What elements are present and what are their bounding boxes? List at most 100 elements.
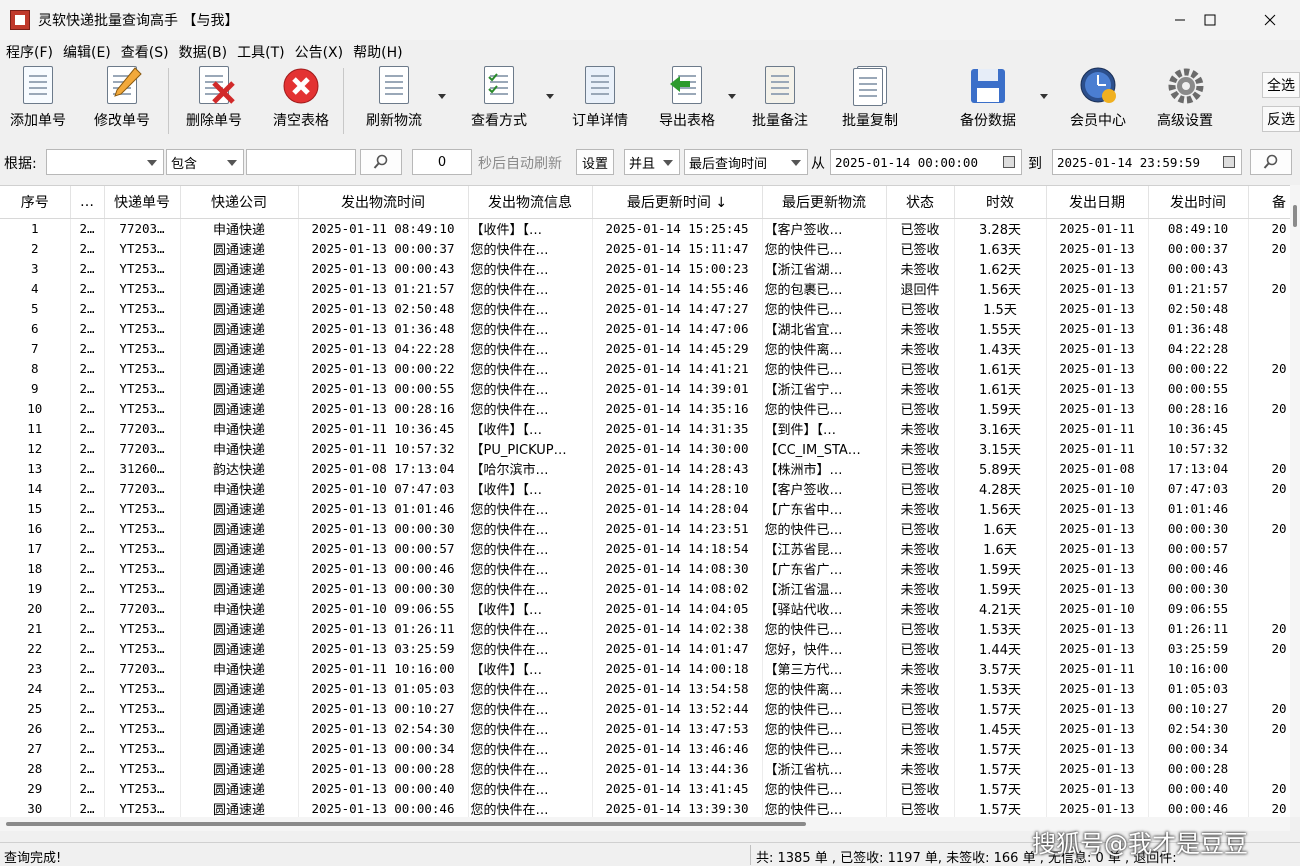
- menu-edit[interactable]: 编辑(E): [57, 42, 115, 62]
- from-datetime-input[interactable]: 2025-01-14 00:00:00: [830, 149, 1022, 175]
- calendar-icon[interactable]: [1003, 156, 1015, 168]
- table-row[interactable]: 14 2… 77203… 申通快递 2025-01-10 07:47:03 【收件】【… 2…: [0, 478, 1290, 498]
- column-header[interactable]: 快递公司: [180, 186, 299, 219]
- table-row[interactable]: 1 2… 77203… 申通快递 2025-01-11 08:49:10 【收件】【… 20…: [0, 218, 1290, 238]
- table-cell: 5: [0, 298, 71, 318]
- member-center-button-label: 会员中心: [1070, 113, 1126, 129]
- table-row[interactable]: 24 2… YT253… 圆通速递 2025-01-13 01:05:03 您的快件在… 2…: [0, 678, 1290, 698]
- clear-button[interactable]: 清空表格: [259, 64, 343, 136]
- table-cell: 【客户签收…: [762, 218, 887, 238]
- table-row[interactable]: 5 2… YT253… 圆通速递 2025-01-13 02:50:48 您的快件在… 20…: [0, 298, 1290, 318]
- advanced-settings-button[interactable]: 高级设置: [1140, 64, 1230, 136]
- table-row[interactable]: 27 2… YT253… 圆通速递 2025-01-13 00:00:34 您的快件在… 2…: [0, 738, 1290, 758]
- basis-select[interactable]: [46, 149, 164, 175]
- table-row[interactable]: 8 2… YT253… 圆通速递 2025-01-13 00:00:22 您的快件在… 20…: [0, 358, 1290, 378]
- table-row[interactable]: 29 2… YT253… 圆通速递 2025-01-13 00:00:40 您的快件在… 2…: [0, 778, 1290, 798]
- batch-copy-button[interactable]: 批量复制: [832, 64, 908, 136]
- delete-button[interactable]: 删除单号: [169, 64, 259, 136]
- table-cell: 【收件】【…: [468, 658, 593, 678]
- column-header[interactable]: 快递单号: [104, 186, 181, 219]
- member-center-button[interactable]: 会员中心: [1056, 64, 1140, 136]
- table-cell: 2025-01-11 08:49:10: [298, 218, 469, 238]
- logic-select[interactable]: 并且: [624, 149, 680, 175]
- table-row[interactable]: 9 2… YT253… 圆通速递 2025-01-13 00:00:55 您的快件在… 20…: [0, 378, 1290, 398]
- edit-button[interactable]: 修改单号: [76, 64, 168, 136]
- close-button[interactable]: [1240, 0, 1300, 40]
- order-detail-button[interactable]: 订单详情: [554, 64, 646, 136]
- invert-selection-button[interactable]: 反选: [1262, 106, 1300, 132]
- menu-view[interactable]: 查看(S): [115, 42, 173, 62]
- table-row[interactable]: 23 2… 77203… 申通快递 2025-01-11 10:16:00 【收件】【… 2…: [0, 658, 1290, 678]
- table-row[interactable]: 28 2… YT253… 圆通速递 2025-01-13 00:00:28 您的快件在… 2…: [0, 758, 1290, 778]
- match-select[interactable]: 包含: [166, 149, 244, 175]
- column-header[interactable]: 时效: [954, 186, 1047, 219]
- table-cell: 2025-01-14 13:52:44: [592, 698, 763, 718]
- table-row[interactable]: 25 2… YT253… 圆通速递 2025-01-13 00:10:27 您的快件在… 2…: [0, 698, 1290, 718]
- export-button[interactable]: 导出表格: [646, 64, 736, 136]
- column-header[interactable]: 最后更新时间 ↓: [592, 186, 763, 219]
- settings-button[interactable]: 设置: [576, 149, 614, 175]
- chevron-down-icon[interactable]: [546, 94, 554, 99]
- select-all-button[interactable]: 全选: [1262, 72, 1300, 98]
- column-header[interactable]: 发出日期: [1046, 186, 1149, 219]
- table-cell: 1.56天: [954, 278, 1047, 298]
- table-row[interactable]: 6 2… YT253… 圆通速递 2025-01-13 01:36:48 您的快件在… 20…: [0, 318, 1290, 338]
- column-header[interactable]: 备: [1248, 186, 1290, 219]
- refresh-button[interactable]: 刷新物流: [344, 64, 446, 136]
- column-header[interactable]: 发出物流信息: [468, 186, 593, 219]
- table-row[interactable]: 21 2… YT253… 圆通速递 2025-01-13 01:26:11 您的快件在… 2…: [0, 618, 1290, 638]
- column-header[interactable]: 状态: [886, 186, 955, 219]
- table-row[interactable]: 16 2… YT253… 圆通速递 2025-01-13 00:00:30 您的快件在… 2…: [0, 518, 1290, 538]
- view-mode-button[interactable]: 查看方式: [444, 64, 554, 136]
- column-header[interactable]: 发出物流时间: [298, 186, 469, 219]
- table-row[interactable]: 22 2… YT253… 圆通速递 2025-01-13 03:25:59 您的快件在… 2…: [0, 638, 1290, 658]
- table-row[interactable]: 2 2… YT253… 圆通速递 2025-01-13 00:00:37 您的快件在… 20…: [0, 238, 1290, 258]
- column-header[interactable]: …: [70, 186, 105, 219]
- menu-help[interactable]: 帮助(H): [347, 42, 406, 62]
- table-cell: 【浙江省宁…: [762, 378, 887, 398]
- backup-button[interactable]: 备份数据: [938, 64, 1048, 136]
- table-row[interactable]: 19 2… YT253… 圆通速递 2025-01-13 00:00:30 您的快件在… 2…: [0, 578, 1290, 598]
- data-grid[interactable]: 序号… 快递单号 快递公司 发出物流时间 发出物流信息 最后更新时间 ↓ 最后更新物流 状态时…: [0, 185, 1290, 817]
- table-row[interactable]: 7 2… YT253… 圆通速递 2025-01-13 04:22:28 您的快件在… 20…: [0, 338, 1290, 358]
- maximize-button[interactable]: [1180, 0, 1240, 40]
- table-row[interactable]: 17 2… YT253… 圆通速递 2025-01-13 00:00:57 您的快件在… 2…: [0, 538, 1290, 558]
- table-row[interactable]: 10 2… YT253… 圆通速递 2025-01-13 00:28:16 您的快件在… 2…: [0, 398, 1290, 418]
- batch-remark-button[interactable]: 批量备注: [728, 64, 832, 136]
- clear-button-label: 清空表格: [273, 113, 329, 129]
- search-button[interactable]: [360, 149, 402, 175]
- table-cell: 2…: [70, 378, 105, 398]
- keyword-input[interactable]: [246, 149, 356, 175]
- table-cell: 2025-01-11 10:16:00: [298, 658, 469, 678]
- menu-data[interactable]: 数据(B): [173, 42, 232, 62]
- table-cell: 2025-01-13: [1046, 338, 1149, 358]
- table-row[interactable]: 11 2… 77203… 申通快递 2025-01-11 10:36:45 【收件】【… 2…: [0, 418, 1290, 438]
- table-row[interactable]: 20 2… 77203… 申通快递 2025-01-10 09:06:55 【收件】【… 2…: [0, 598, 1290, 618]
- table-row[interactable]: 30 2… YT253… 圆通速递 2025-01-13 00:00:46 您的快件在… 2…: [0, 798, 1290, 817]
- table-row[interactable]: 18 2… YT253… 圆通速递 2025-01-13 00:00:46 您的快件在… 2…: [0, 558, 1290, 578]
- add-button[interactable]: 添加单号: [0, 64, 76, 136]
- table-row[interactable]: 4 2… YT253… 圆通速递 2025-01-13 01:21:57 您的快件在… 20…: [0, 278, 1290, 298]
- to-datetime-input[interactable]: 2025-01-14 23:59:59: [1052, 149, 1242, 175]
- table-cell: 2…: [70, 758, 105, 778]
- date-search-button[interactable]: [1250, 149, 1292, 175]
- scrollbar-thumb[interactable]: [1293, 205, 1297, 227]
- table-row[interactable]: 15 2… YT253… 圆通速递 2025-01-13 01:01:46 您的快件在… 2…: [0, 498, 1290, 518]
- column-header[interactable]: 序号: [0, 186, 71, 219]
- time-field-select[interactable]: 最后查询时间: [684, 149, 808, 175]
- column-header[interactable]: 最后更新物流: [762, 186, 887, 219]
- table-row[interactable]: 26 2… YT253… 圆通速递 2025-01-13 02:54:30 您的快件在… 2…: [0, 718, 1290, 738]
- table-row[interactable]: 3 2… YT253… 圆通速递 2025-01-13 00:00:43 您的快件在… 20…: [0, 258, 1290, 278]
- refresh-seconds-input[interactable]: 0: [412, 149, 472, 175]
- calendar-icon[interactable]: [1223, 156, 1235, 168]
- table-cell: [1248, 498, 1290, 518]
- table-row[interactable]: 13 2… 31260… 韵达快递 2025-01-08 17:13:04 【哈尔滨市… 2…: [0, 458, 1290, 478]
- menu-notice[interactable]: 公告(X): [289, 42, 348, 62]
- table-row[interactable]: 12 2… 77203… 申通快递 2025-01-11 10:57:32 【PU_PIC…: [0, 438, 1290, 458]
- column-header[interactable]: 发出时间: [1148, 186, 1249, 219]
- vertical-scrollbar[interactable]: [1290, 185, 1300, 817]
- menu-program[interactable]: 程序(F): [0, 42, 57, 62]
- scrollbar-thumb[interactable]: [6, 822, 806, 826]
- menu-tools[interactable]: 工具(T): [231, 42, 288, 62]
- chevron-down-icon[interactable]: [1040, 94, 1048, 99]
